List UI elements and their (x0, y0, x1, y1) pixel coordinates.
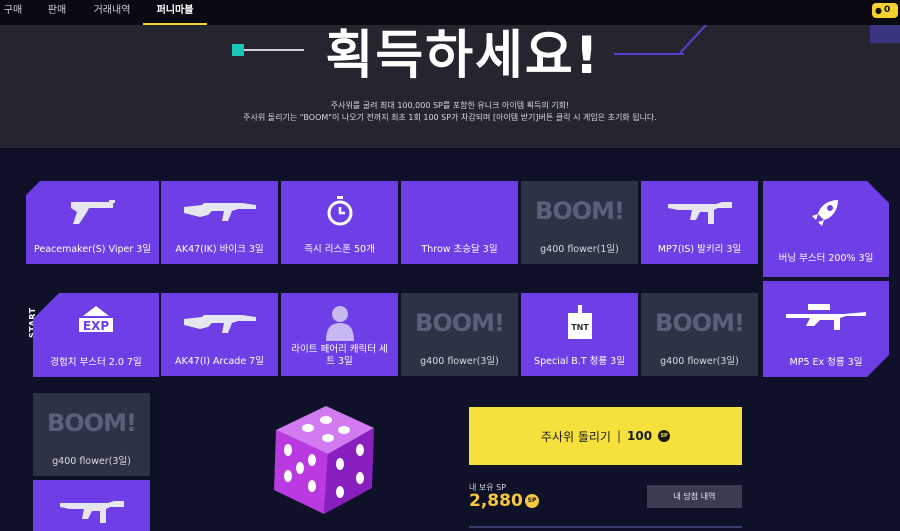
tile-label: MP7(IS) 발키리 3일 (657, 244, 742, 255)
tile-label: 라이트 페어리 캐릭터 세트 3일 (291, 344, 388, 367)
board-tile: Throw 초승달 3일 (401, 181, 518, 264)
rocket-icon (763, 191, 889, 235)
event-banner: 획득하세요! 주사위를 굴려 최대 100,000 SP를 포함한 유니크 아이… (0, 25, 900, 148)
board-tile: BOOM! g400 flower(3일) (401, 293, 518, 376)
boom-grenade-icon: BOOM! (655, 309, 745, 337)
board-tile (33, 480, 150, 531)
tile-label: 즉시 리스폰 50개 (304, 244, 375, 255)
tile-label: g400 flower(3일) (52, 456, 131, 467)
deco-slash (680, 25, 707, 54)
sniper-icon (763, 295, 889, 339)
tab-buy[interactable]: 구매 (0, 0, 26, 25)
sp-coin-icon: SP (658, 430, 671, 442)
board-tile: AK47(IK) 바이크 3일 (161, 181, 278, 264)
tile-label: g400 flower(1일) (540, 244, 619, 255)
dice-icon (274, 406, 374, 514)
tile-label: MP5 Ex 청룡 3일 (789, 357, 863, 368)
separator: | (616, 429, 622, 443)
tile-label: Peacemaker(S) Viper 3일 (33, 244, 152, 255)
bell-icon: ● (875, 6, 882, 15)
svg-text:EXP: EXP (83, 319, 109, 333)
boom-grenade-icon: BOOM! (47, 409, 137, 437)
tile-label: AK47(I) Arcade 7일 (175, 356, 264, 367)
board-tile: AK47(I) Arcade 7일 (161, 293, 278, 376)
smg-icon (33, 488, 150, 531)
banner-title: 획득하세요! (325, 26, 601, 86)
roll-cost: 100 (627, 429, 653, 443)
deco-line (244, 49, 304, 51)
stopwatch-icon (281, 189, 398, 233)
board-tile: BOOM! g400 flower(3일) (641, 293, 758, 376)
winning-history-button[interactable]: 내 당첨 내역 (647, 485, 742, 508)
board-tile: 즉시 리스폰 50개 (281, 181, 398, 264)
tab-sell[interactable]: 판매 (44, 0, 70, 25)
crescent-moon-icon (401, 189, 518, 233)
notification-count: 0 (884, 5, 891, 15)
tile-label: 경험치 부스터 2.0 7일 (50, 357, 142, 368)
banner-description-line1: 주사위를 굴려 최대 100,000 SP를 포함한 유니크 아이템 획득의 기… (330, 101, 570, 110)
roll-dice-button[interactable]: 주사위 돌리기 | 100 SP (469, 407, 742, 465)
top-nav: 구매 판매 거래내역 퍼니마블 ● 0 (0, 0, 900, 25)
sp-coin-icon: SP (525, 494, 539, 508)
tile-label: Special B.T 청룡 3일 (534, 356, 625, 367)
board-tile: BOOM! g400 flower(1일) (521, 181, 638, 264)
board-tile: TNT Special B.T 청룡 3일 (521, 293, 638, 376)
tab-history[interactable]: 거래내역 (88, 0, 136, 25)
smg-icon (641, 189, 758, 233)
exp-icon: EXP (33, 301, 159, 345)
deco-square (232, 44, 244, 56)
tab-funny-marble[interactable]: 퍼니마블 (143, 0, 207, 25)
roll-button-label: 주사위 돌리기 (540, 429, 611, 444)
board-tile: EXP 경험치 부스터 2.0 7일 (33, 293, 159, 377)
banner-description-line2: 주사위 돌리기는 "BOOM"이 나오기 전까지 최초 1회 100 SP가 차… (243, 113, 657, 122)
boom-grenade-icon: BOOM! (415, 309, 505, 337)
board-tile: MP7(IS) 발키리 3일 (641, 181, 758, 264)
board-tile: BOOM! g400 flower(3일) (33, 393, 150, 476)
tile-label: Throw 초승달 3일 (421, 244, 498, 255)
deco-line (614, 53, 684, 55)
deco-square (870, 25, 900, 43)
board-tile: 라이트 페어리 캐릭터 세트 3일 (281, 293, 398, 376)
tile-label: AK47(IK) 바이크 3일 (175, 244, 264, 255)
rifle-icon (161, 189, 278, 233)
tile-label: g400 flower(3일) (420, 356, 499, 367)
pistol-icon (26, 189, 159, 233)
marble-board: Peacemaker(S) Viper 3일 START AK47(IK) 바이… (0, 148, 900, 531)
board-tile: MP5 Ex 청룡 3일 (763, 281, 889, 377)
boom-grenade-icon: BOOM! (535, 197, 625, 225)
board-tile: Peacemaker(S) Viper 3일 (26, 181, 159, 264)
tnt-icon: TNT (521, 301, 638, 345)
notification-badge[interactable]: ● 0 (872, 3, 898, 18)
tile-label: g400 flower(3일) (660, 356, 739, 367)
divider (469, 526, 742, 528)
my-sp-value: 2,880 (469, 491, 523, 511)
svg-text:TNT: TNT (571, 323, 589, 332)
character-icon (281, 301, 398, 345)
tile-label: 버닝 부스터 200% 3일 (778, 253, 874, 264)
board-tile: 버닝 부스터 200% 3일 (763, 181, 889, 277)
rifle-icon (161, 301, 278, 345)
